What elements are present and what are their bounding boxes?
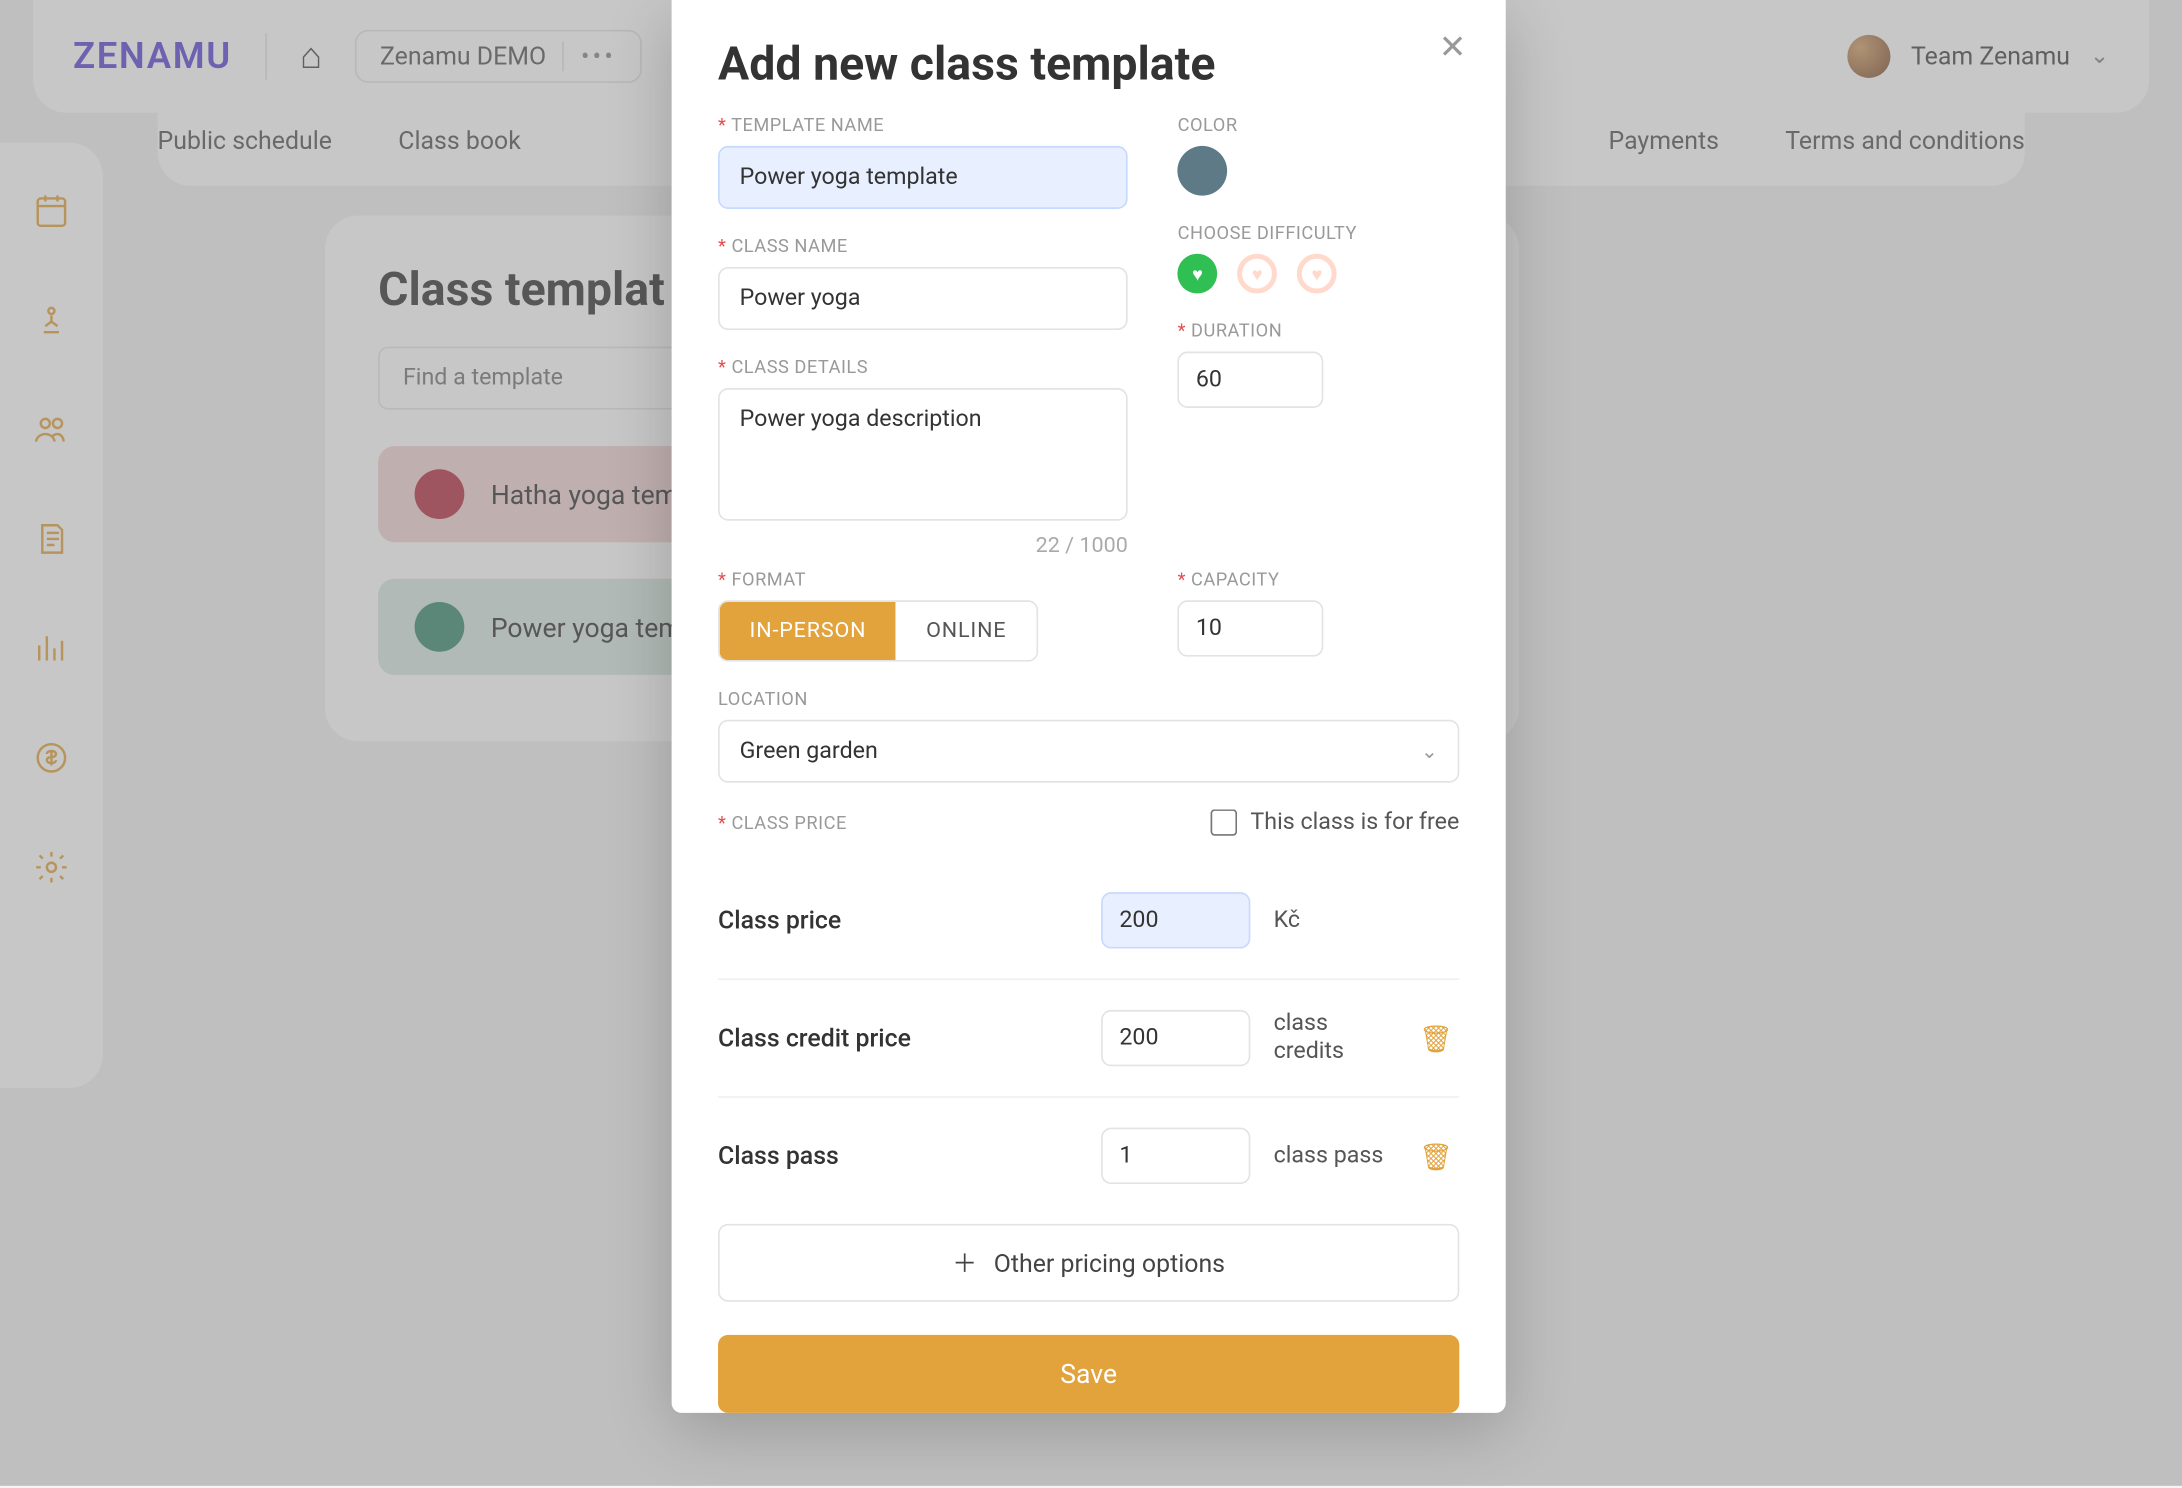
- price-row-class-pass: Class pass class pass 🗑: [718, 1098, 1459, 1214]
- difficulty-label: Choose difficulty: [1178, 222, 1460, 244]
- location-value: Green garden: [740, 738, 878, 765]
- format-in-person[interactable]: IN-PERSON: [720, 602, 897, 660]
- location-label: Location: [718, 688, 1459, 710]
- class-details-label: Class details: [718, 357, 1128, 379]
- price-input[interactable]: [1101, 1010, 1250, 1066]
- price-row-class-price: Class price Kč: [718, 862, 1459, 980]
- color-label: Color: [1178, 114, 1460, 136]
- format-segmented: IN-PERSON ONLINE: [718, 600, 1038, 661]
- duration-input[interactable]: [1178, 352, 1324, 408]
- free-class-checkbox[interactable]: This class is for free: [1211, 809, 1460, 836]
- heart-icon: ♥: [1192, 263, 1203, 285]
- price-unit: Kč: [1274, 906, 1390, 934]
- class-name-label: Class name: [718, 235, 1128, 257]
- location-select[interactable]: Green garden ⌄: [718, 720, 1459, 783]
- template-name-input[interactable]: [718, 146, 1128, 209]
- difficulty-1[interactable]: ♥: [1178, 254, 1218, 294]
- close-button[interactable]: ✕: [1433, 27, 1473, 67]
- format-label: Format: [718, 569, 1128, 591]
- duration-label: Duration: [1178, 320, 1460, 342]
- trash-icon: 🗑: [1419, 1140, 1453, 1172]
- plus-icon: ＋: [952, 1245, 977, 1280]
- color-picker[interactable]: [1178, 146, 1228, 196]
- price-row-credit-price: Class credit price class credits 🗑: [718, 980, 1459, 1098]
- price-row-label: Class price: [718, 905, 1078, 935]
- class-name-input[interactable]: [718, 267, 1128, 330]
- heart-icon: ♥: [1312, 263, 1323, 285]
- other-pricing-button[interactable]: ＋ Other pricing options: [718, 1224, 1459, 1302]
- modal-title: Add new class template: [718, 36, 1459, 91]
- class-details-input[interactable]: [718, 388, 1128, 521]
- trash-icon: 🗑: [1419, 1022, 1453, 1054]
- price-input[interactable]: [1101, 892, 1250, 948]
- price-unit: class pass: [1274, 1142, 1390, 1170]
- delete-price-button[interactable]: 🗑: [1413, 1140, 1459, 1172]
- heart-icon: ♥: [1252, 263, 1263, 285]
- other-pricing-label: Other pricing options: [994, 1248, 1225, 1278]
- chevron-down-icon: ⌄: [1421, 740, 1438, 763]
- difficulty-2[interactable]: ♥: [1237, 254, 1277, 294]
- price-row-label: Class credit price: [718, 1023, 1078, 1053]
- format-online[interactable]: ONLINE: [896, 602, 1036, 660]
- difficulty-3[interactable]: ♥: [1297, 254, 1337, 294]
- add-template-modal: ✕ Add new class template Template name C…: [672, 0, 1506, 1413]
- save-button[interactable]: Save: [718, 1335, 1459, 1413]
- template-name-label: Template name: [718, 114, 1128, 136]
- price-table: Class price Kč Class credit price class …: [718, 862, 1459, 1214]
- price-unit: class credits: [1274, 1010, 1390, 1066]
- price-row-label: Class pass: [718, 1141, 1078, 1171]
- free-class-input[interactable]: [1211, 809, 1238, 836]
- delete-price-button[interactable]: 🗑: [1413, 1022, 1459, 1054]
- char-count: 22 / 1000: [718, 534, 1128, 559]
- capacity-label: Capacity: [1178, 569, 1460, 591]
- close-icon: ✕: [1439, 27, 1467, 67]
- capacity-input[interactable]: [1178, 600, 1324, 656]
- difficulty-picker: ♥ ♥ ♥: [1178, 254, 1460, 294]
- class-price-label: Class price: [718, 812, 847, 834]
- free-class-label: This class is for free: [1250, 809, 1459, 836]
- price-input[interactable]: [1101, 1128, 1250, 1184]
